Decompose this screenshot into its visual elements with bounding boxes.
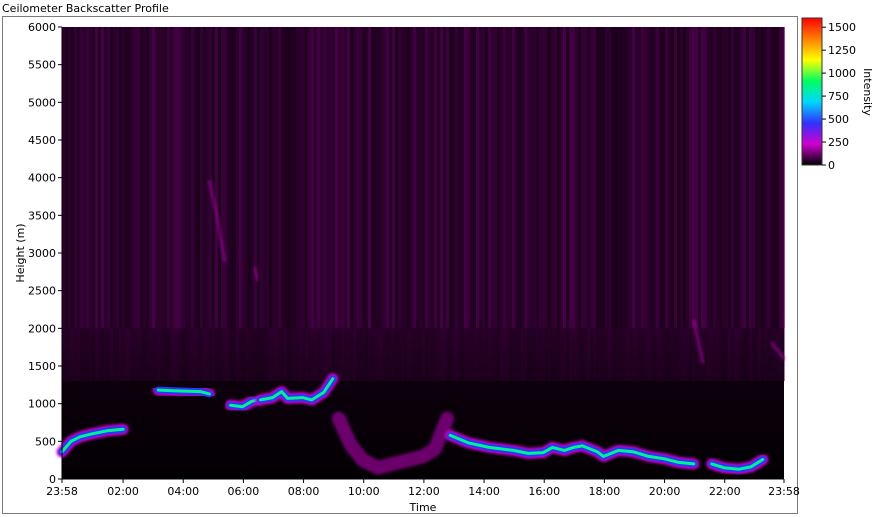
colorbar [801,17,823,166]
colorbar-label: Intensity [861,68,874,116]
y-tick-label: 2500 [28,285,56,298]
x-tick-label: 06:00 [228,485,260,498]
y-tick-label: 1000 [28,398,56,411]
colorbar-tick-label: 1250 [828,44,856,57]
x-tick-label: 23:58 [768,485,800,498]
y-tick-label: 4500 [28,134,56,147]
y-tick-label: 3000 [28,247,56,260]
y-tick-label: 5500 [28,59,56,72]
x-tick-label: 23:58 [46,485,78,498]
colorbar-tick-label: 500 [828,113,849,126]
colorbar-ticks: 0 250 500 750 1000 1250 1500 [822,21,856,172]
y-axis: 0500100015002000250030003500400045005000… [28,21,63,486]
x-tick-label: 22:00 [709,485,741,498]
chart: 0500100015002000250030003500400045005000… [14,17,874,514]
x-tick-label: 12:00 [408,485,440,498]
x-axis-label: Time [409,501,437,514]
x-tick-label: 16:00 [528,485,560,498]
x-tick-label: 20:00 [649,485,681,498]
x-tick-label: 04:00 [167,485,199,498]
y-tick-label: 500 [35,435,56,448]
colorbar-tick-label: 1000 [828,67,856,80]
y-tick-label: 4000 [28,172,56,185]
colorbar-tick-label: 0 [828,159,835,172]
colorbar-tick-label: 750 [828,90,849,103]
x-tick-label: 08:00 [288,485,320,498]
heatmap-background [62,27,785,382]
y-axis-label: Height (m) [14,223,27,282]
x-tick-label: 14:00 [468,485,500,498]
colorbar-tick-label: 1500 [828,21,856,34]
y-tick-label: 5000 [28,96,56,109]
x-tick-label: 10:00 [348,485,380,498]
y-tick-label: 3500 [28,209,56,222]
colorbar-tick-label: 250 [828,136,849,149]
y-tick-label: 6000 [28,21,56,34]
y-tick-label: 1500 [28,360,56,373]
x-tick-label: 18:00 [589,485,621,498]
x-axis: 23:58 02:00 04:00 06:00 08:00 10:00 12:00 14:00… [46,478,800,498]
y-tick-label: 2000 [28,322,56,335]
x-tick-label: 02:00 [107,485,139,498]
